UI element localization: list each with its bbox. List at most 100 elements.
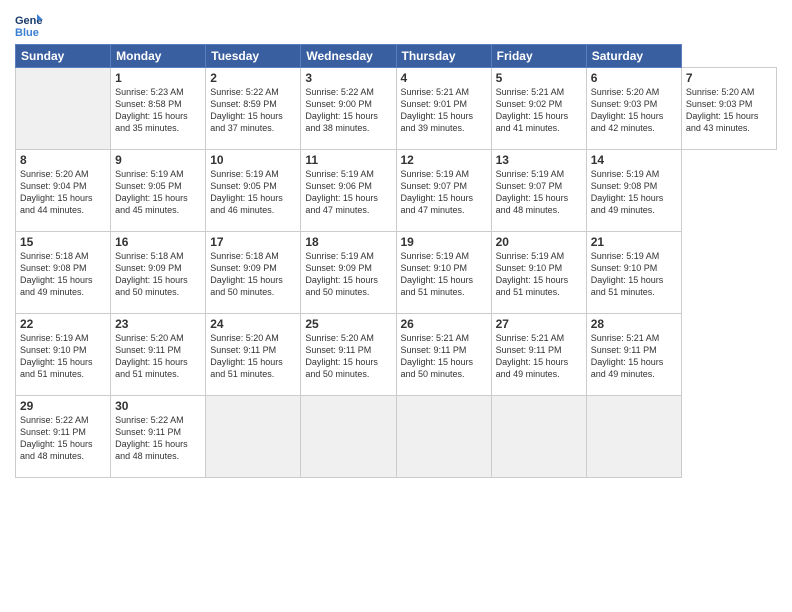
cell-text: Sunrise: 5:19 AMSunset: 9:10 PMDaylight:… bbox=[591, 250, 677, 299]
day-number: 20 bbox=[496, 235, 582, 249]
table-row bbox=[586, 396, 681, 478]
table-row: 27 Sunrise: 5:21 AMSunset: 9:11 PMDaylig… bbox=[491, 314, 586, 396]
day-number: 14 bbox=[591, 153, 677, 167]
cell-text: Sunrise: 5:19 AMSunset: 9:10 PMDaylight:… bbox=[20, 332, 106, 381]
weekday-header-sunday: Sunday bbox=[16, 45, 111, 68]
cell-text: Sunrise: 5:22 AMSunset: 8:59 PMDaylight:… bbox=[210, 86, 296, 135]
weekday-header-monday: Monday bbox=[111, 45, 206, 68]
cell-text: Sunrise: 5:19 AMSunset: 9:06 PMDaylight:… bbox=[305, 168, 391, 217]
day-number: 4 bbox=[401, 71, 487, 85]
cell-text: Sunrise: 5:21 AMSunset: 9:11 PMDaylight:… bbox=[496, 332, 582, 381]
table-row: 19 Sunrise: 5:19 AMSunset: 9:10 PMDaylig… bbox=[396, 232, 491, 314]
table-row: 29 Sunrise: 5:22 AMSunset: 9:11 PMDaylig… bbox=[16, 396, 111, 478]
table-row: 12 Sunrise: 5:19 AMSunset: 9:07 PMDaylig… bbox=[396, 150, 491, 232]
table-row: 26 Sunrise: 5:21 AMSunset: 9:11 PMDaylig… bbox=[396, 314, 491, 396]
day-number: 23 bbox=[115, 317, 201, 331]
table-row: 14 Sunrise: 5:19 AMSunset: 9:08 PMDaylig… bbox=[586, 150, 681, 232]
day-number: 17 bbox=[210, 235, 296, 249]
table-row: 10 Sunrise: 5:19 AMSunset: 9:05 PMDaylig… bbox=[206, 150, 301, 232]
weekday-header-saturday: Saturday bbox=[586, 45, 681, 68]
logo: General Blue bbox=[15, 10, 47, 38]
cell-text: Sunrise: 5:20 AMSunset: 9:03 PMDaylight:… bbox=[591, 86, 677, 135]
day-number: 11 bbox=[305, 153, 391, 167]
cell-text: Sunrise: 5:20 AMSunset: 9:11 PMDaylight:… bbox=[115, 332, 201, 381]
cell-text: Sunrise: 5:18 AMSunset: 9:09 PMDaylight:… bbox=[210, 250, 296, 299]
table-row: 21 Sunrise: 5:19 AMSunset: 9:10 PMDaylig… bbox=[586, 232, 681, 314]
day-number: 30 bbox=[115, 399, 201, 413]
cell-text: Sunrise: 5:19 AMSunset: 9:07 PMDaylight:… bbox=[496, 168, 582, 217]
table-row: 13 Sunrise: 5:19 AMSunset: 9:07 PMDaylig… bbox=[491, 150, 586, 232]
day-number: 16 bbox=[115, 235, 201, 249]
day-number: 10 bbox=[210, 153, 296, 167]
table-row: 2 Sunrise: 5:22 AMSunset: 8:59 PMDayligh… bbox=[206, 68, 301, 150]
cell-text: Sunrise: 5:21 AMSunset: 9:11 PMDaylight:… bbox=[401, 332, 487, 381]
table-row: 4 Sunrise: 5:21 AMSunset: 9:01 PMDayligh… bbox=[396, 68, 491, 150]
table-row: 20 Sunrise: 5:19 AMSunset: 9:10 PMDaylig… bbox=[491, 232, 586, 314]
cell-text: Sunrise: 5:19 AMSunset: 9:07 PMDaylight:… bbox=[401, 168, 487, 217]
table-row: 18 Sunrise: 5:19 AMSunset: 9:09 PMDaylig… bbox=[301, 232, 396, 314]
table-row: 11 Sunrise: 5:19 AMSunset: 9:06 PMDaylig… bbox=[301, 150, 396, 232]
day-number: 22 bbox=[20, 317, 106, 331]
cell-text: Sunrise: 5:20 AMSunset: 9:04 PMDaylight:… bbox=[20, 168, 106, 217]
table-row: 16 Sunrise: 5:18 AMSunset: 9:09 PMDaylig… bbox=[111, 232, 206, 314]
svg-text:Blue: Blue bbox=[15, 27, 39, 38]
cell-text: Sunrise: 5:19 AMSunset: 9:05 PMDaylight:… bbox=[210, 168, 296, 217]
cell-text: Sunrise: 5:19 AMSunset: 9:05 PMDaylight:… bbox=[115, 168, 201, 217]
table-row: 25 Sunrise: 5:20 AMSunset: 9:11 PMDaylig… bbox=[301, 314, 396, 396]
empty-cell bbox=[16, 68, 111, 150]
table-row: 23 Sunrise: 5:20 AMSunset: 9:11 PMDaylig… bbox=[111, 314, 206, 396]
table-row: 24 Sunrise: 5:20 AMSunset: 9:11 PMDaylig… bbox=[206, 314, 301, 396]
table-row: 3 Sunrise: 5:22 AMSunset: 9:00 PMDayligh… bbox=[301, 68, 396, 150]
day-number: 8 bbox=[20, 153, 106, 167]
cell-text: Sunrise: 5:21 AMSunset: 9:11 PMDaylight:… bbox=[591, 332, 677, 381]
cell-text: Sunrise: 5:23 AMSunset: 8:58 PMDaylight:… bbox=[115, 86, 201, 135]
day-number: 24 bbox=[210, 317, 296, 331]
day-number: 29 bbox=[20, 399, 106, 413]
logo-icon: General Blue bbox=[15, 10, 43, 38]
day-number: 1 bbox=[115, 71, 201, 85]
cell-text: Sunrise: 5:19 AMSunset: 9:10 PMDaylight:… bbox=[496, 250, 582, 299]
cell-text: Sunrise: 5:18 AMSunset: 9:08 PMDaylight:… bbox=[20, 250, 106, 299]
day-number: 12 bbox=[401, 153, 487, 167]
cell-text: Sunrise: 5:20 AMSunset: 9:11 PMDaylight:… bbox=[305, 332, 391, 381]
cell-text: Sunrise: 5:20 AMSunset: 9:03 PMDaylight:… bbox=[686, 86, 772, 135]
cell-text: Sunrise: 5:21 AMSunset: 9:02 PMDaylight:… bbox=[496, 86, 582, 135]
table-row: 9 Sunrise: 5:19 AMSunset: 9:05 PMDayligh… bbox=[111, 150, 206, 232]
cell-text: Sunrise: 5:19 AMSunset: 9:10 PMDaylight:… bbox=[401, 250, 487, 299]
cell-text: Sunrise: 5:22 AMSunset: 9:11 PMDaylight:… bbox=[20, 414, 106, 463]
day-number: 27 bbox=[496, 317, 582, 331]
cell-text: Sunrise: 5:19 AMSunset: 9:09 PMDaylight:… bbox=[305, 250, 391, 299]
cell-text: Sunrise: 5:19 AMSunset: 9:08 PMDaylight:… bbox=[591, 168, 677, 217]
day-number: 13 bbox=[496, 153, 582, 167]
cell-text: Sunrise: 5:22 AMSunset: 9:11 PMDaylight:… bbox=[115, 414, 201, 463]
table-row: 8 Sunrise: 5:20 AMSunset: 9:04 PMDayligh… bbox=[16, 150, 111, 232]
day-number: 3 bbox=[305, 71, 391, 85]
table-row bbox=[206, 396, 301, 478]
calendar: SundayMondayTuesdayWednesdayThursdayFrid… bbox=[15, 44, 777, 478]
day-number: 21 bbox=[591, 235, 677, 249]
table-row: 22 Sunrise: 5:19 AMSunset: 9:10 PMDaylig… bbox=[16, 314, 111, 396]
day-number: 28 bbox=[591, 317, 677, 331]
day-number: 7 bbox=[686, 71, 772, 85]
cell-text: Sunrise: 5:20 AMSunset: 9:11 PMDaylight:… bbox=[210, 332, 296, 381]
day-number: 6 bbox=[591, 71, 677, 85]
day-number: 9 bbox=[115, 153, 201, 167]
weekday-header-friday: Friday bbox=[491, 45, 586, 68]
table-row: 17 Sunrise: 5:18 AMSunset: 9:09 PMDaylig… bbox=[206, 232, 301, 314]
table-row: 5 Sunrise: 5:21 AMSunset: 9:02 PMDayligh… bbox=[491, 68, 586, 150]
cell-text: Sunrise: 5:22 AMSunset: 9:00 PMDaylight:… bbox=[305, 86, 391, 135]
table-row bbox=[301, 396, 396, 478]
table-row: 28 Sunrise: 5:21 AMSunset: 9:11 PMDaylig… bbox=[586, 314, 681, 396]
table-row: 15 Sunrise: 5:18 AMSunset: 9:08 PMDaylig… bbox=[16, 232, 111, 314]
day-number: 25 bbox=[305, 317, 391, 331]
table-row: 30 Sunrise: 5:22 AMSunset: 9:11 PMDaylig… bbox=[111, 396, 206, 478]
table-row bbox=[396, 396, 491, 478]
day-number: 5 bbox=[496, 71, 582, 85]
weekday-header-tuesday: Tuesday bbox=[206, 45, 301, 68]
weekday-header-thursday: Thursday bbox=[396, 45, 491, 68]
day-number: 26 bbox=[401, 317, 487, 331]
weekday-header-wednesday: Wednesday bbox=[301, 45, 396, 68]
table-row: 7 Sunrise: 5:20 AMSunset: 9:03 PMDayligh… bbox=[681, 68, 776, 150]
day-number: 15 bbox=[20, 235, 106, 249]
day-number: 2 bbox=[210, 71, 296, 85]
